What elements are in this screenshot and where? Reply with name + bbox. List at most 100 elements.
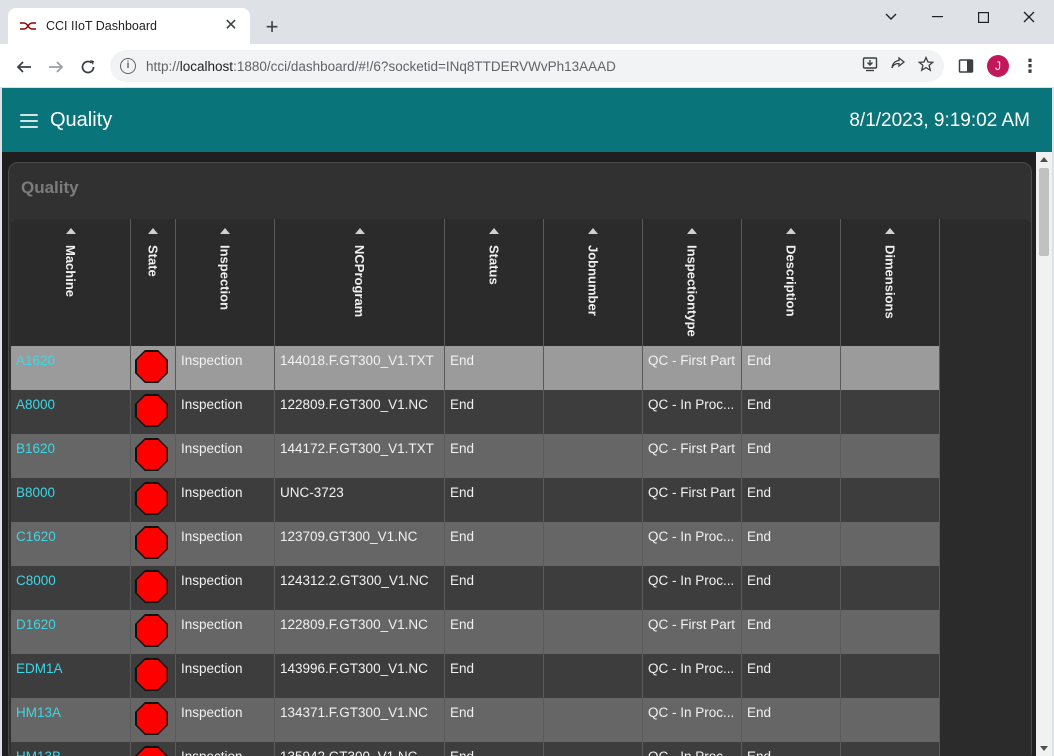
state-cell <box>131 346 176 390</box>
inspectiontype-cell: QC - In Proc... <box>643 698 742 742</box>
ncprogram-cell: 122809.F.GT300_V1.NC <box>275 610 445 654</box>
ncprogram-cell: 122809.F.GT300_V1.NC <box>275 390 445 434</box>
description-cell: End <box>742 698 841 742</box>
table-row[interactable]: D1620 Inspection 122809.F.GT300_V1.NC End QC… <box>11 610 1031 654</box>
machine-cell[interactable]: EDM1A <box>11 654 131 698</box>
column-header-dimensions[interactable]: Dimensions <box>841 219 940 346</box>
dimensions-cell <box>841 390 940 434</box>
page-title: Quality <box>50 109 113 131</box>
hamburger-menu-icon[interactable] <box>20 114 38 128</box>
ncprogram-cell: UNC-3723 <box>275 478 445 522</box>
sort-arrow-icon[interactable] <box>220 228 230 234</box>
description-cell: End <box>742 390 841 434</box>
jobnumber-cell <box>544 478 643 522</box>
state-cell <box>131 390 176 434</box>
state-cell <box>131 654 176 698</box>
state-cell <box>131 610 176 654</box>
row-filler <box>940 698 1031 742</box>
machine-cell[interactable]: B8000 <box>11 478 131 522</box>
inspection-cell: Inspection <box>176 346 275 390</box>
maximize-window-button[interactable] <box>960 5 1006 29</box>
machine-cell[interactable]: D1620 <box>11 610 131 654</box>
minimize-window-button[interactable] <box>914 5 960 29</box>
stop-octagon-icon <box>135 350 168 383</box>
table-row[interactable]: HM13BInspection135942.GT300_V1.NCEndQC -… <box>11 742 1031 756</box>
machine-cell[interactable]: A1620 <box>11 346 131 390</box>
quality-table: Machine State Inspection NCProgram Statu… <box>11 219 1031 756</box>
tab-search-chevron-icon[interactable] <box>868 5 914 29</box>
scrollbar-thumb[interactable] <box>1039 168 1049 256</box>
status-cell: End <box>445 610 544 654</box>
reload-icon[interactable] <box>74 53 102 81</box>
machine-cell[interactable]: B1620 <box>11 434 131 478</box>
machine-cell[interactable]: C1620 <box>11 522 131 566</box>
sort-arrow-icon[interactable] <box>148 228 158 234</box>
stop-octagon-icon <box>135 570 168 603</box>
dimensions-cell <box>841 346 940 390</box>
bookmark-star-icon[interactable] <box>917 55 935 77</box>
vertical-scrollbar[interactable] <box>1036 152 1052 756</box>
table-row[interactable]: B8000 Inspection UNC-3723 End QC - First Par… <box>11 478 1031 522</box>
jobnumber-cell <box>544 390 643 434</box>
table-row[interactable]: A1620 Inspection 144018.F.GT300_V1.TXT End Q… <box>11 346 1031 390</box>
inspectiontype-cell: QC - In Proc... <box>643 522 742 566</box>
jobnumber-cell <box>544 522 643 566</box>
install-app-icon[interactable] <box>862 56 878 77</box>
machine-cell[interactable]: A8000 <box>11 390 131 434</box>
table-row[interactable]: C1620 Inspection 123709.GT300_V1.NC End QC -… <box>11 522 1031 566</box>
state-cell <box>131 478 176 522</box>
column-header-ncprogram[interactable]: NCProgram <box>275 219 445 346</box>
inspectiontype-cell: QC - First Part <box>643 434 742 478</box>
address-bar[interactable]: i http://localhost:1880/cci/dashboard/#!… <box>110 50 944 82</box>
browser-tab[interactable]: CCI IIoT Dashboard ✕ <box>8 8 250 44</box>
url-text[interactable]: http://localhost:1880/cci/dashboard/#!/6… <box>146 59 616 74</box>
quality-card: Quality Machine State Inspection NCProgr… <box>8 162 1032 756</box>
table-row[interactable]: EDM1A Inspection 143996.F.GT300_V1.NC End QC… <box>11 654 1031 698</box>
sort-arrow-icon[interactable] <box>354 228 365 234</box>
profile-avatar[interactable]: J <box>986 52 1010 80</box>
new-tab-button[interactable]: + <box>260 15 284 39</box>
sort-arrow-icon[interactable] <box>65 228 76 234</box>
machine-cell[interactable]: HM13B <box>11 742 131 756</box>
column-header-status[interactable]: Status <box>445 219 544 346</box>
column-header-machine[interactable]: Machine <box>11 219 131 346</box>
dimensions-cell <box>841 742 940 756</box>
column-header-inspectiontype[interactable]: Inspectiontype <box>643 219 742 346</box>
sort-arrow-icon[interactable] <box>489 228 499 234</box>
table-row[interactable]: HM13A Inspection 134371.F.GT300_V1.NC End QC… <box>11 698 1031 742</box>
dimensions-cell <box>841 566 940 610</box>
column-header-jobnumber[interactable]: Jobnumber <box>544 219 643 346</box>
back-arrow-icon[interactable] <box>10 53 38 81</box>
close-tab-icon[interactable]: ✕ <box>222 17 240 35</box>
ncprogram-cell: 135942.GT300_V1.NC <box>275 742 445 756</box>
share-icon[interactable] <box>890 56 906 77</box>
forward-arrow-icon[interactable] <box>42 53 70 81</box>
column-header-inspection[interactable]: Inspection <box>176 219 275 346</box>
row-filler <box>940 610 1031 654</box>
site-info-icon[interactable]: i <box>120 58 136 74</box>
jobnumber-cell <box>544 610 643 654</box>
side-panel-icon[interactable] <box>954 52 978 80</box>
column-header-description[interactable]: Description <box>742 219 841 346</box>
row-filler <box>940 742 1031 756</box>
stop-octagon-icon <box>135 482 168 515</box>
scroll-up-arrow-icon[interactable] <box>1040 157 1048 162</box>
browser-menu-icon[interactable]: ⋮ <box>1020 52 1040 80</box>
sort-arrow-icon[interactable] <box>687 228 697 234</box>
ncprogram-cell: 134371.F.GT300_V1.NC <box>275 698 445 742</box>
sort-arrow-icon[interactable] <box>588 228 598 234</box>
table-header: Machine State Inspection NCProgram Statu… <box>11 219 1031 346</box>
table-row[interactable]: C8000 Inspection 124312.2.GT300_V1.NC End QC… <box>11 566 1031 610</box>
column-header-state[interactable]: State <box>131 219 176 346</box>
table-row[interactable]: B1620 Inspection 144172.F.GT300_V1.TXT End Q… <box>11 434 1031 478</box>
sort-arrow-icon[interactable] <box>885 228 895 234</box>
scroll-down-arrow-icon[interactable] <box>1040 746 1048 751</box>
machine-cell[interactable]: HM13A <box>11 698 131 742</box>
sort-arrow-icon[interactable] <box>786 228 796 234</box>
machine-cell[interactable]: C8000 <box>11 566 131 610</box>
close-window-button[interactable] <box>1006 5 1052 29</box>
table-row[interactable]: A8000 Inspection 122809.F.GT300_V1.NC End QC… <box>11 390 1031 434</box>
row-filler <box>940 478 1031 522</box>
inspection-cell: Inspection <box>176 522 275 566</box>
inspection-cell: Inspection <box>176 478 275 522</box>
